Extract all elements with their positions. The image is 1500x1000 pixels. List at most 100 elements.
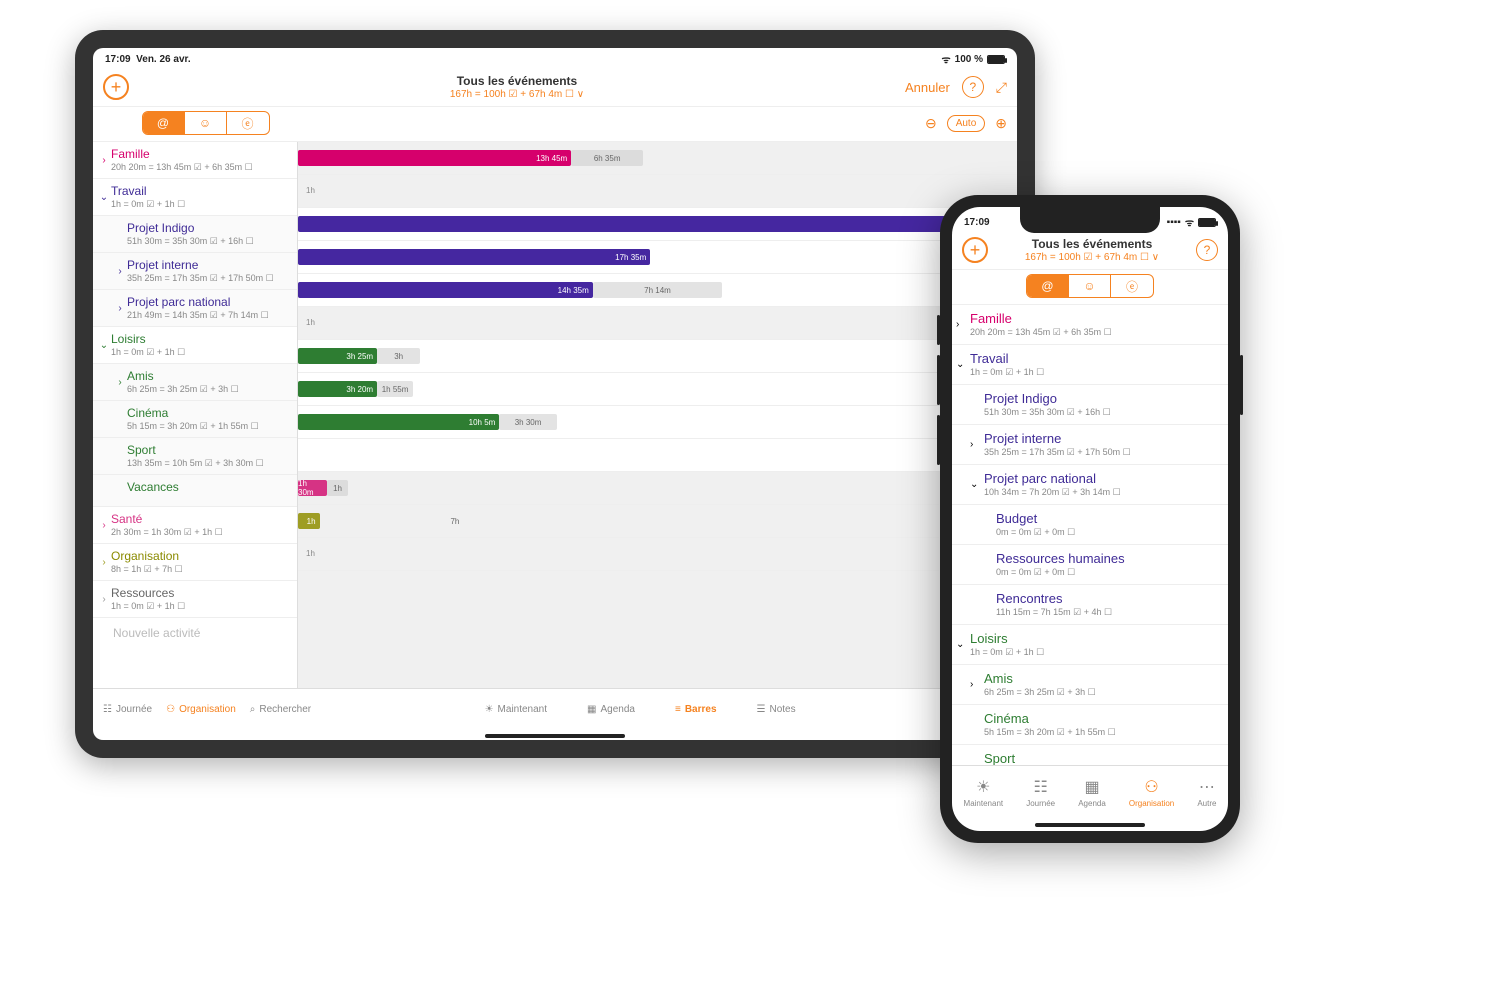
cancel-button[interactable]: Annuler (905, 80, 950, 95)
nav-rechercher[interactable]: ⌕Rechercher (250, 704, 311, 715)
chevron-icon[interactable] (113, 221, 127, 247)
sidebar-item-projet-indigo[interactable]: Projet Indigo51h 30m = 35h 30m ☑ + 16h ☐ (93, 216, 297, 253)
row-name: Travail (111, 184, 289, 198)
phone-segmented-control[interactable]: @ ☺ ⓔ (1026, 274, 1154, 298)
expand-icon[interactable]: ⤢ (996, 79, 1007, 96)
nav-journée[interactable]: ☷Journée (103, 704, 152, 715)
phone-item-amis[interactable]: ›Amis6h 25m = 3h 25m ☑ + 3h ☐ (952, 665, 1228, 705)
chevron-icon[interactable] (970, 711, 984, 738)
row-meta: 13h 35m = 10h 5m ☑ + 3h 30m ☐ (127, 458, 289, 469)
chevron-icon[interactable]: › (97, 147, 111, 173)
chevron-icon[interactable] (113, 443, 127, 469)
chevron-icon[interactable]: ⌄ (97, 184, 111, 210)
nav-organisation[interactable]: ⚇Organisation (166, 704, 236, 715)
chevron-icon[interactable]: › (970, 431, 984, 458)
chevron-icon[interactable] (113, 480, 127, 501)
chevron-icon[interactable] (970, 751, 984, 765)
phone-seg-e[interactable]: ⓔ (1111, 275, 1153, 297)
chart-row: 3h 20m1h 55m (298, 373, 1017, 406)
phone-item-sport[interactable]: Sport13h 35m = 10h 5m ☑ + 3h 30m ☐ (952, 745, 1228, 765)
sidebar-item-vacances[interactable]: Vacances (93, 475, 297, 507)
phone-nav-journée[interactable]: ☷Journée (1026, 777, 1055, 808)
sidebar-item-amis[interactable]: ›Amis6h 25m = 3h 25m ☑ + 3h ☐ (93, 364, 297, 401)
row-name: Sport (984, 751, 1218, 765)
sidebar-item-travail[interactable]: ⌄Travail1h = 0m ☑ + 1h ☐ (93, 179, 297, 216)
chevron-icon[interactable] (970, 391, 984, 418)
phone-item-projet-parc-national[interactable]: ⌄Projet parc national10h 34m = 7h 20m ☑ … (952, 465, 1228, 505)
phone-nav-agenda[interactable]: ▦Agenda (1078, 777, 1106, 808)
phone-nav-organisation[interactable]: ⚇Organisation (1129, 777, 1174, 808)
chevron-icon[interactable]: ⌄ (970, 471, 984, 498)
seg-at[interactable]: @ (143, 112, 185, 134)
chevron-icon[interactable]: ⌄ (956, 631, 970, 658)
sidebar-item-santé[interactable]: ›Santé2h 30m = 1h 30m ☑ + 1h ☐ (93, 507, 297, 544)
seg-person[interactable]: ☺ (185, 112, 227, 134)
phone-item-rencontres[interactable]: Rencontres11h 15m = 7h 15m ☑ + 4h ☐ (952, 585, 1228, 625)
ipad-screen: 17:09 Ven. 26 avr. ᯤ 100 % + Tous les év… (93, 48, 1017, 740)
phone-list[interactable]: ›Famille20h 20m = 13h 45m ☑ + 6h 35m ☐⌄T… (952, 305, 1228, 765)
chevron-icon[interactable]: › (113, 369, 127, 395)
phone-item-projet-interne[interactable]: ›Projet interne35h 25m = 17h 35m ☑ + 17h… (952, 425, 1228, 465)
wifi-icon: ᯤ (942, 52, 951, 66)
phone-item-cinéma[interactable]: Cinéma5h 15m = 3h 20m ☑ + 1h 55m ☐ (952, 705, 1228, 745)
sidebar-item-projet-interne[interactable]: ›Projet interne35h 25m = 17h 35m ☑ + 17h… (93, 253, 297, 290)
phone-seg-at[interactable]: @ (1027, 275, 1069, 297)
new-activity-input[interactable]: Nouvelle activité (93, 618, 297, 648)
rechercher-icon: ⌕ (250, 704, 256, 715)
tab-maintenant[interactable]: ☀Maintenant (485, 704, 547, 715)
sidebar-item-cinéma[interactable]: Cinéma5h 15m = 3h 20m ☑ + 1h 55m ☐ (93, 401, 297, 438)
phone-nav-autre[interactable]: ⋯Autre (1197, 777, 1216, 808)
phone-help-button[interactable]: ? (1196, 239, 1218, 261)
chart-row (298, 439, 1017, 472)
row-name: Ressources (111, 586, 289, 600)
home-indicator (485, 734, 625, 738)
sidebar[interactable]: ›Famille20h 20m = 13h 45m ☑ + 6h 35m ☐⌄T… (93, 142, 298, 688)
tab-agenda[interactable]: ▦Agenda (587, 704, 635, 715)
chevron-icon[interactable]: › (956, 311, 970, 338)
zoom-in-icon[interactable]: ⊕ (995, 115, 1007, 132)
phone-add-button[interactable]: + (962, 237, 988, 263)
chevron-icon[interactable]: › (113, 258, 127, 284)
chart-row: 3h 25m3h (298, 340, 1017, 373)
sidebar-item-organisation[interactable]: ›Organisation8h = 1h ☑ + 7h ☐ (93, 544, 297, 581)
seg-e[interactable]: ⓔ (227, 112, 269, 134)
phone-item-travail[interactable]: ⌄Travail1h = 0m ☑ + 1h ☐ (952, 345, 1228, 385)
phone-nav-maintenant[interactable]: ☀Maintenant (964, 777, 1004, 808)
tab-barres[interactable]: ≡Barres (675, 704, 717, 715)
sidebar-item-ressources[interactable]: ›Ressources1h = 0m ☑ + 1h ☐ (93, 581, 297, 618)
chevron-icon[interactable]: ⌄ (956, 351, 970, 378)
row-meta: 1h = 0m ☑ + 1h ☐ (970, 647, 1218, 658)
sidebar-item-projet-parc-national[interactable]: ›Projet parc national21h 49m = 14h 35m ☑… (93, 290, 297, 327)
phone-header-subtitle[interactable]: 167h = 100h ☑ + 67h 4m ☐ ∨ (988, 252, 1196, 263)
chevron-icon[interactable]: ⌄ (97, 332, 111, 358)
status-bar: 17:09 Ven. 26 avr. ᯤ 100 % (93, 48, 1017, 68)
row-name: Santé (111, 512, 289, 526)
phone-item-budget[interactable]: Budget0m = 0m ☑ + 0m ☐ (952, 505, 1228, 545)
segmented-control[interactable]: @ ☺ ⓔ (142, 111, 270, 135)
chevron-icon[interactable]: › (97, 512, 111, 538)
zoom-out-icon[interactable]: ⊖ (925, 115, 937, 132)
phone-item-famille[interactable]: ›Famille20h 20m = 13h 45m ☑ + 6h 35m ☐ (952, 305, 1228, 345)
help-button[interactable]: ? (962, 76, 984, 98)
zoom-auto-button[interactable]: Auto (947, 115, 986, 132)
tab-notes[interactable]: ☰Notes (757, 704, 796, 715)
phone-seg-person[interactable]: ☺ (1069, 275, 1111, 297)
chevron-icon[interactable]: › (113, 295, 127, 321)
sidebar-item-famille[interactable]: ›Famille20h 20m = 13h 45m ☑ + 6h 35m ☐ (93, 142, 297, 179)
sidebar-item-loisirs[interactable]: ⌄Loisirs1h = 0m ☑ + 1h ☐ (93, 327, 297, 364)
chevron-icon[interactable]: › (970, 671, 984, 698)
phone-item-projet-indigo[interactable]: Projet Indigo51h 30m = 35h 30m ☑ + 16h ☐ (952, 385, 1228, 425)
phone-item-ressources-humaines[interactable]: Ressources humaines0m = 0m ☑ + 0m ☐ (952, 545, 1228, 585)
header-subtitle[interactable]: 167h = 100h ☑ + 67h 4m ☐ ∨ (129, 89, 905, 100)
chevron-icon[interactable]: › (97, 586, 111, 612)
chevron-icon[interactable] (982, 551, 996, 578)
phone-header-title: Tous les événements (988, 237, 1196, 251)
chevron-icon[interactable] (982, 591, 996, 618)
sidebar-item-sport[interactable]: Sport13h 35m = 10h 5m ☑ + 3h 30m ☐ (93, 438, 297, 475)
row-name: Amis (984, 671, 1218, 686)
chevron-icon[interactable]: › (97, 549, 111, 575)
phone-item-loisirs[interactable]: ⌄Loisirs1h = 0m ☑ + 1h ☐ (952, 625, 1228, 665)
add-button[interactable]: + (103, 74, 129, 100)
chevron-icon[interactable] (982, 511, 996, 538)
chevron-icon[interactable] (113, 406, 127, 432)
